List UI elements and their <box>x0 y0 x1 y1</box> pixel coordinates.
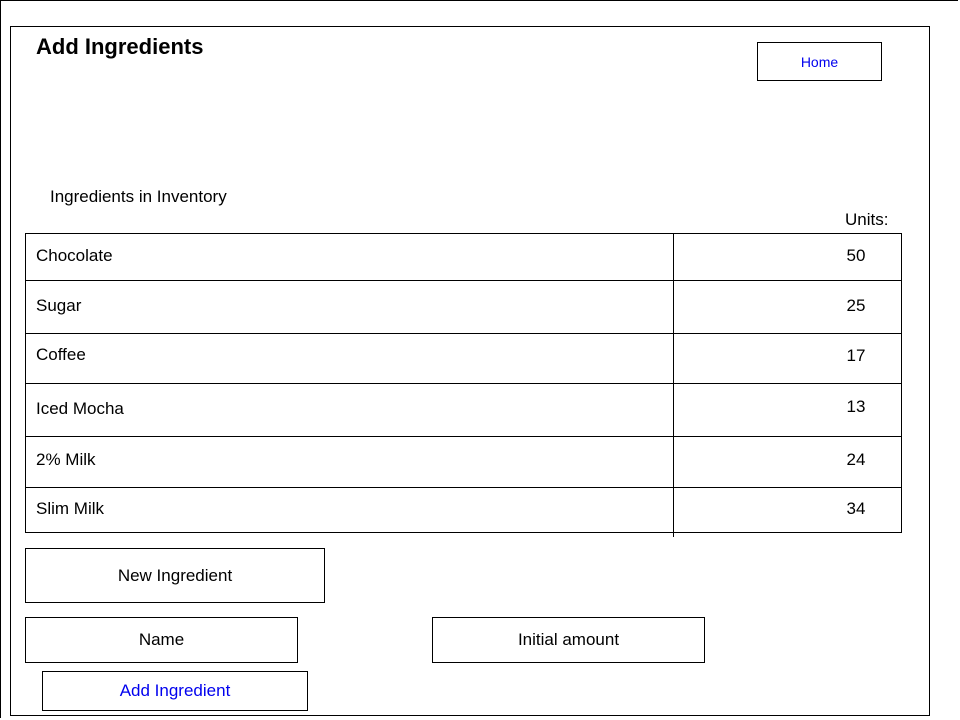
inventory-table: Chocolate 50 Sugar 25 Coffee 17 Iced Moc… <box>25 233 902 533</box>
ingredient-units: 24 <box>846 450 866 469</box>
ingredient-name: Chocolate <box>36 246 113 265</box>
ingredient-units: 50 <box>846 246 866 265</box>
page-title: Add Ingredients <box>36 34 204 59</box>
table-row: Coffee 17 <box>26 334 901 384</box>
new-ingredient-heading: New Ingredient <box>25 548 325 603</box>
ingredient-name: 2% Milk <box>36 450 96 469</box>
table-row: Chocolate 50 <box>26 234 901 281</box>
inventory-section-label: Ingredients in Inventory <box>50 187 227 206</box>
add-ingredient-button[interactable]: Add Ingredient <box>42 671 308 711</box>
initial-amount-input[interactable]: Initial amount <box>432 617 705 663</box>
name-input[interactable]: Name <box>25 617 298 663</box>
home-button[interactable]: Home <box>757 42 882 81</box>
ingredient-name: Slim Milk <box>36 499 104 518</box>
ingredient-units: 34 <box>846 499 866 518</box>
column-divider <box>673 233 674 537</box>
table-row: 2% Milk 24 <box>26 437 901 488</box>
ingredient-name: Coffee <box>36 345 86 364</box>
table-row: Sugar 25 <box>26 281 901 334</box>
ingredient-name: Iced Mocha <box>36 399 124 418</box>
table-row: Slim Milk 34 <box>26 488 901 532</box>
ingredient-units: 13 <box>846 397 866 416</box>
table-row: Iced Mocha 13 <box>26 384 901 437</box>
units-column-header: Units: <box>845 210 889 229</box>
ingredient-units: 25 <box>846 296 866 315</box>
ingredient-units: 17 <box>846 346 866 365</box>
ingredient-name: Sugar <box>36 296 82 315</box>
